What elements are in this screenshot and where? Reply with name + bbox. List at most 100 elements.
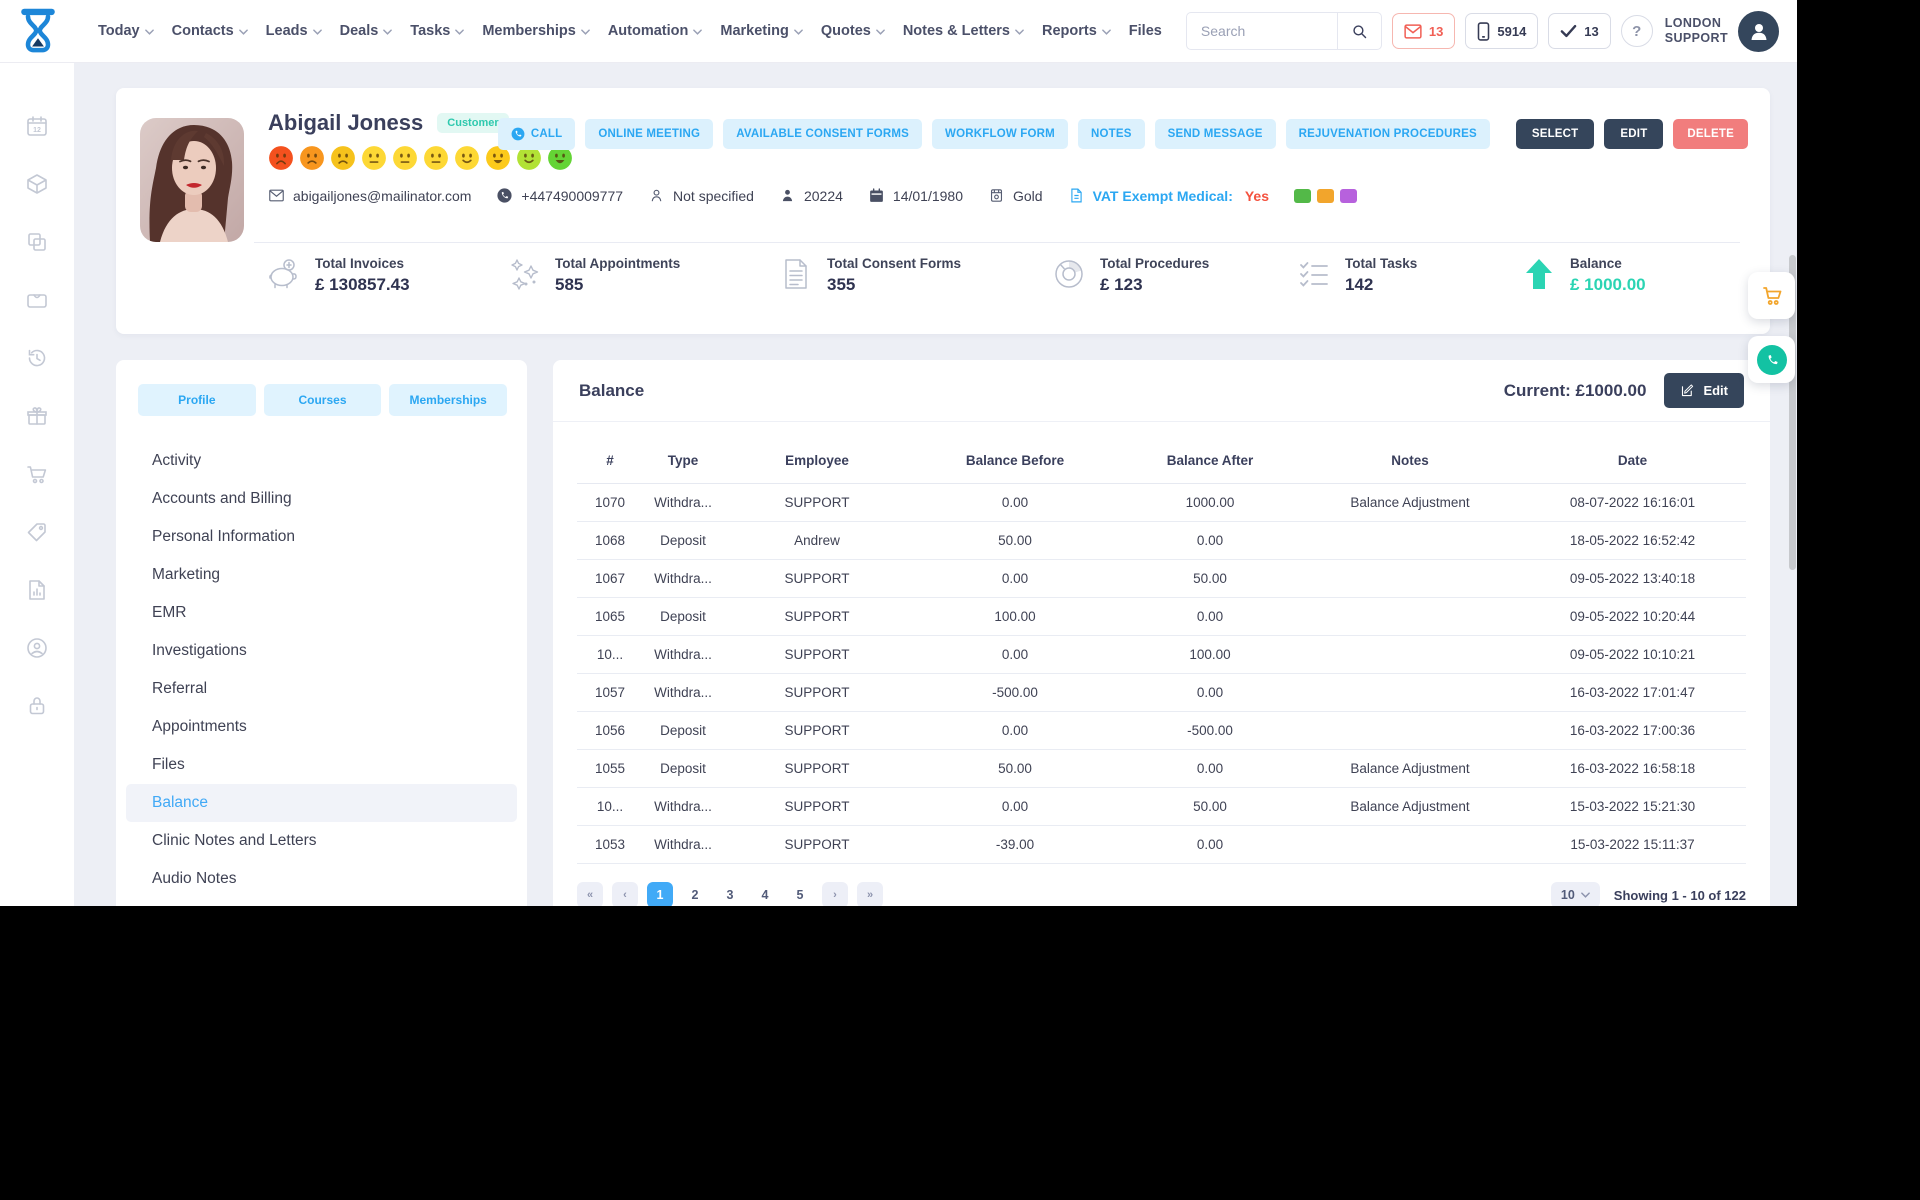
action-button[interactable]: AVAILABLE CONSENT FORMS <box>723 119 923 149</box>
action-button[interactable]: EDIT <box>1604 119 1664 149</box>
search-box[interactable]: Search <box>1185 12 1382 50</box>
col-id[interactable]: # <box>577 453 643 468</box>
menu-item[interactable]: Files <box>1129 23 1162 39</box>
satisfaction-emoji[interactable] <box>361 145 387 171</box>
col-type[interactable]: Type <box>643 453 723 468</box>
menu-item[interactable]: Marketing <box>720 23 803 39</box>
table-row[interactable]: 1070 Withdra... SUPPORT 0.00 1000.00 Bal… <box>577 484 1746 522</box>
profile-section-item[interactable]: Personal Information <box>126 518 517 556</box>
page-button[interactable]: 3 <box>717 882 743 906</box>
page-button[interactable]: 4 <box>752 882 778 906</box>
col-balance-before[interactable]: Balance Before <box>911 453 1119 468</box>
col-balance-after[interactable]: Balance After <box>1119 453 1301 468</box>
voucher-icon[interactable] <box>25 288 49 312</box>
profile-section-item[interactable]: Investigations <box>126 632 517 670</box>
profile-section-item[interactable]: Marketing <box>126 556 517 594</box>
profile-section-item[interactable]: Balance <box>126 784 517 822</box>
tab-profile[interactable]: Profile <box>138 384 256 416</box>
cart-widget-button[interactable] <box>1748 272 1795 319</box>
client-phone[interactable]: +447490009777 <box>496 187 623 204</box>
page-button[interactable]: » <box>857 882 883 906</box>
edit-balance-button[interactable]: Edit <box>1664 373 1744 408</box>
table-row[interactable]: 10... Withdra... SUPPORT 0.00 50.00 Bala… <box>577 788 1746 826</box>
client-email[interactable]: abigailjones@mailinator.com <box>268 187 471 204</box>
satisfaction-emoji[interactable] <box>330 145 356 171</box>
profile-section-item[interactable]: Referral <box>126 670 517 708</box>
menu-item[interactable]: Quotes <box>821 23 885 39</box>
copy-icon[interactable] <box>25 230 49 254</box>
profile-section-item[interactable]: Clinic Notes and Letters <box>126 822 517 860</box>
profile-section-item[interactable]: Appointments <box>126 708 517 746</box>
gift-icon[interactable] <box>25 404 49 428</box>
page-button[interactable]: 2 <box>682 882 708 906</box>
vat-exempt-status[interactable]: VAT Exempt Medical: Yes <box>1068 187 1269 204</box>
table-row[interactable]: 1067 Withdra... SUPPORT 0.00 50.00 09-05… <box>577 560 1746 598</box>
history-icon[interactable] <box>25 346 49 370</box>
label-purple[interactable] <box>1340 188 1357 203</box>
table-row[interactable]: 1056 Deposit SUPPORT 0.00 -500.00 16-03-… <box>577 712 1746 750</box>
profile-section-item[interactable]: Files <box>126 746 517 784</box>
tasks-badge[interactable]: 13 <box>1548 13 1611 49</box>
user-avatar[interactable] <box>1738 10 1779 52</box>
action-button[interactable]: DELETE <box>1673 119 1748 149</box>
package-icon[interactable] <box>25 172 49 196</box>
satisfaction-emoji[interactable] <box>423 145 449 171</box>
action-button[interactable]: REJUVENATION PROCEDURES <box>1285 119 1490 149</box>
action-button[interactable]: CALL <box>497 118 576 150</box>
search-icon[interactable] <box>1336 13 1381 49</box>
report-icon[interactable] <box>25 578 49 602</box>
profile-section-item[interactable]: Treatment Notes <box>126 898 517 906</box>
tab-courses[interactable]: Courses <box>263 384 382 416</box>
menu-item[interactable]: Notes & Letters <box>903 23 1024 39</box>
action-button[interactable]: SEND MESSAGE <box>1154 119 1276 149</box>
table-row[interactable]: 1057 Withdra... SUPPORT -500.00 0.00 16-… <box>577 674 1746 712</box>
profile-section-item[interactable]: Accounts and Billing <box>126 480 517 518</box>
page-size-select[interactable]: 10 <box>1550 882 1600 906</box>
col-employee[interactable]: Employee <box>723 453 911 468</box>
table-row[interactable]: 1053 Withdra... SUPPORT -39.00 0.00 15-0… <box>577 826 1746 864</box>
page-button[interactable]: « <box>577 882 603 906</box>
tab-memberships[interactable]: Memberships <box>389 384 508 416</box>
menu-item[interactable]: Tasks <box>410 23 465 39</box>
label-orange[interactable] <box>1317 188 1334 203</box>
menu-item[interactable]: Leads <box>266 23 322 39</box>
table-row[interactable]: 1055 Deposit SUPPORT 50.00 0.00 Balance … <box>577 750 1746 788</box>
price-tag-icon[interactable] <box>25 520 49 544</box>
action-button[interactable]: WORKFLOW FORM <box>932 119 1068 149</box>
menu-item[interactable]: Deals <box>340 23 393 39</box>
table-row[interactable]: 1068 Deposit Andrew 50.00 0.00 18-05-202… <box>577 522 1746 560</box>
satisfaction-emoji[interactable] <box>268 145 294 171</box>
client-photo[interactable] <box>140 118 244 242</box>
help-button[interactable]: ? <box>1620 15 1653 47</box>
page-button[interactable]: › <box>822 882 848 906</box>
satisfaction-emoji[interactable] <box>392 145 418 171</box>
menu-item[interactable]: Today <box>98 23 154 39</box>
col-date[interactable]: Date <box>1519 453 1746 468</box>
calendar-icon[interactable]: 12 <box>25 114 49 138</box>
action-button[interactable]: SELECT <box>1515 119 1595 149</box>
page-button[interactable]: 5 <box>787 882 813 906</box>
action-button[interactable]: NOTES <box>1077 119 1145 149</box>
profile-section-item[interactable]: EMR <box>126 594 517 632</box>
pabau-logo[interactable] <box>18 7 58 55</box>
phone-badge[interactable]: 5914 <box>1465 13 1539 49</box>
col-notes[interactable]: Notes <box>1301 453 1519 468</box>
label-green[interactable] <box>1294 188 1311 203</box>
action-button[interactable]: ONLINE MEETING <box>585 119 714 149</box>
profile-section-item[interactable]: Audio Notes <box>126 860 517 898</box>
lock-icon[interactable] <box>25 694 49 718</box>
table-row[interactable]: 10... Withdra... SUPPORT 0.00 100.00 09-… <box>577 636 1746 674</box>
cart-icon[interactable] <box>25 462 49 486</box>
satisfaction-emoji[interactable] <box>299 145 325 171</box>
support-icon[interactable] <box>25 636 49 660</box>
search-input[interactable]: Search <box>1187 23 1337 39</box>
profile-section-item[interactable]: Activity <box>126 442 517 480</box>
page-button[interactable]: 1 <box>647 882 673 906</box>
table-row[interactable]: 1065 Deposit SUPPORT 100.00 0.00 09-05-2… <box>577 598 1746 636</box>
menu-item[interactable]: Automation <box>608 23 703 39</box>
call-widget-button[interactable] <box>1748 336 1795 383</box>
menu-item[interactable]: Contacts <box>172 23 248 39</box>
menu-item[interactable]: Reports <box>1042 23 1111 39</box>
page-button[interactable]: ‹ <box>612 882 638 906</box>
satisfaction-emoji[interactable] <box>454 145 480 171</box>
